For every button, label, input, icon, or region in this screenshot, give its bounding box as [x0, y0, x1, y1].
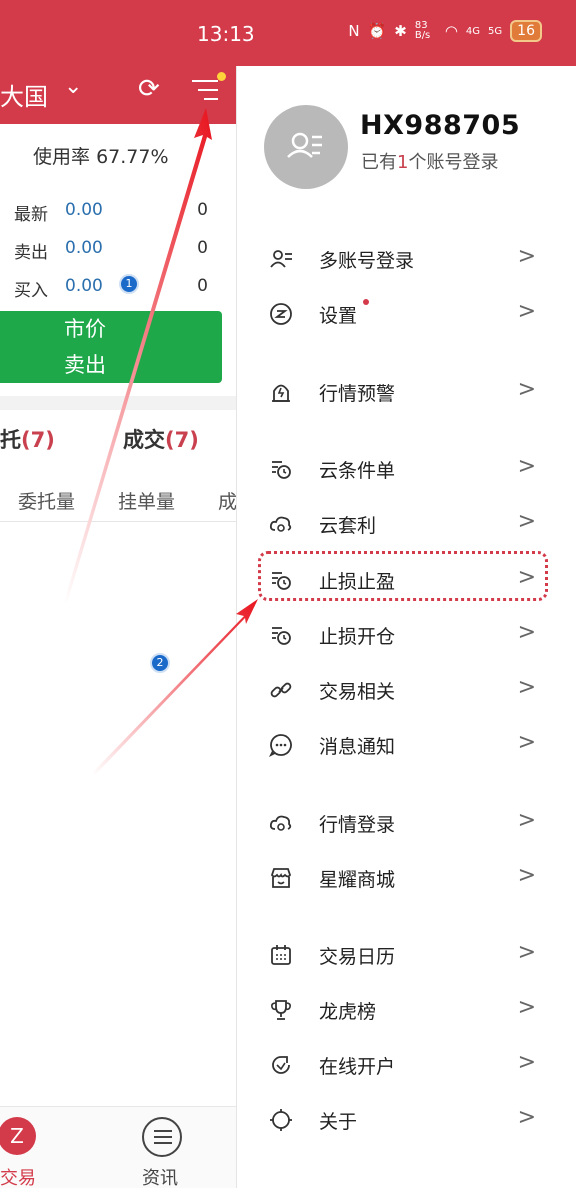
condition-order-icon [272, 461, 291, 479]
chevron-right-icon: > [517, 1050, 536, 1075]
trophy-icon [271, 1000, 291, 1020]
avatar[interactable] [264, 105, 348, 189]
header-title[interactable]: 大国 [0, 77, 48, 112]
nav-trade-label[interactable]: 交易 [0, 1164, 36, 1188]
chevron-right-icon: > [517, 863, 536, 888]
nfc-icon: N [348, 22, 360, 40]
col-pending-qty: 挂单量 [118, 491, 176, 513]
wifi-icon: ◠ [444, 22, 458, 40]
news-icon[interactable] [142, 1117, 182, 1157]
menu-item-label: 龙虎榜 [319, 1001, 377, 1023]
chevron-down-icon[interactable]: ⌄ [64, 74, 82, 99]
account-id: HX988705 [360, 110, 521, 141]
menu-item-label: 星耀商城 [319, 869, 396, 891]
chevron-right-icon: > [517, 509, 536, 534]
section-divider [0, 396, 236, 410]
calendar-icon [271, 945, 291, 965]
signal-4g: 4G [465, 25, 481, 37]
nav-news-label[interactable]: 资讯 [142, 1164, 178, 1188]
chevron-right-icon: > [517, 377, 536, 402]
alarm-icon: ⏰ [367, 22, 387, 40]
alert-bell-icon [272, 384, 290, 402]
open-account-icon [272, 1056, 290, 1074]
status-icons: N ⏰ ✱ 83 B/s ◠ 4G 5G 16 [348, 20, 542, 42]
app-header: 大国 ⌄ ⟳ [0, 66, 236, 124]
tab-orders[interactable]: 托(7) [0, 424, 55, 454]
menu-item-calendar[interactable]: 交易日历 > [237, 929, 576, 981]
menu-item-about[interactable]: 关于 > [237, 1094, 576, 1146]
notification-dot [217, 72, 226, 81]
store-icon [271, 868, 291, 888]
message-icon [269, 734, 292, 757]
menu-item-label: 行情登录 [319, 814, 396, 836]
chevron-right-icon: > [517, 808, 536, 833]
highlight-box [258, 551, 548, 601]
chevron-right-icon: > [517, 1105, 536, 1130]
tab-deals[interactable]: 成交(7) [123, 424, 199, 454]
menu-item-label: 行情预警 [319, 383, 396, 405]
user-list-icon [287, 132, 322, 158]
chevron-right-icon: > [517, 675, 536, 700]
chevron-right-icon: > [517, 244, 536, 269]
menu-item-label: 在线开户 [319, 1056, 396, 1078]
chevron-right-icon: > [517, 995, 536, 1020]
menu-item-label: 多账号登录 [319, 250, 415, 272]
menu-item-label: 云套利 [319, 515, 377, 537]
signal-5g: 5G [488, 25, 503, 37]
menu-item-condition-order[interactable]: 云条件单 > [237, 443, 576, 495]
menu-item-open-account[interactable]: 在线开户 > [237, 1039, 576, 1091]
menu-item-link[interactable]: 交易相关 > [237, 664, 576, 716]
menu-item-cloud-arbitrage[interactable]: 云套利 > [237, 498, 576, 550]
side-drawer: HX988705 已有1个账号登录 多账号登录 > 设置 > 行情预警 > 云条件单 > 云套利… [237, 66, 576, 1188]
menu-item-settings[interactable]: 设置 > [237, 288, 576, 340]
network-speed: 83 B/s [414, 20, 431, 41]
menu-item-trophy[interactable]: 龙虎榜 > [237, 984, 576, 1036]
menu-icon[interactable] [192, 72, 226, 104]
menu-item-stop-loss-open[interactable]: 止损开仓 > [237, 609, 576, 661]
step-badge-2: 2 [150, 653, 170, 673]
stop-loss-open-icon [272, 627, 291, 645]
menu-item-label: 止损开仓 [319, 626, 396, 648]
col-cut: 成 [218, 491, 238, 513]
cloud-arbitrage-icon [269, 516, 292, 532]
chevron-right-icon: > [517, 620, 536, 645]
settings-notification-dot [363, 299, 369, 305]
market-sell-button[interactable]: 市价 卖出 [0, 311, 222, 383]
menu-item-message[interactable]: 消息通知 > [237, 719, 576, 771]
menu-item-store[interactable]: 星耀商城 > [237, 852, 576, 904]
menu-item-label: 消息通知 [319, 736, 396, 758]
menu-item-label: 设置 [319, 305, 358, 327]
account-count-text: 已有1个账号登录 [361, 152, 499, 173]
battery-indicator: 16 [510, 20, 542, 42]
chevron-right-icon: > [517, 730, 536, 755]
about-icon [270, 1109, 292, 1131]
menu-item-alert-bell[interactable]: 行情预警 > [237, 366, 576, 418]
settings-icon [270, 303, 292, 325]
menu-item-label: 云条件单 [319, 460, 396, 482]
step-badge-1: 1 [119, 274, 139, 294]
bluetooth-icon: ✱ [394, 22, 407, 40]
chevron-right-icon: > [517, 299, 536, 324]
status-time: 13:13 [197, 22, 255, 46]
menu-item-label: 交易相关 [319, 681, 396, 703]
usage-rate: 使用率 67.77% [33, 146, 169, 168]
multi-account-icon [270, 250, 292, 268]
menu-item-label: 关于 [319, 1111, 358, 1133]
menu-item-multi-account[interactable]: 多账号登录 > [237, 233, 576, 285]
menu-item-label: 交易日历 [319, 946, 396, 968]
status-bar: 13:13 N ⏰ ✱ 83 B/s ◠ 4G 5G 16 [0, 0, 576, 66]
menu-item-cloud-login[interactable]: 行情登录 > [237, 797, 576, 849]
table-divider [0, 521, 236, 522]
link-icon [270, 682, 292, 698]
refresh-icon[interactable]: ⟳ [138, 74, 160, 104]
chevron-right-icon: > [517, 454, 536, 479]
arrow-to-stop-loss [92, 599, 258, 775]
col-order-qty: 委托量 [18, 491, 76, 513]
chevron-right-icon: > [517, 940, 536, 965]
cloud-login-icon [269, 815, 292, 831]
